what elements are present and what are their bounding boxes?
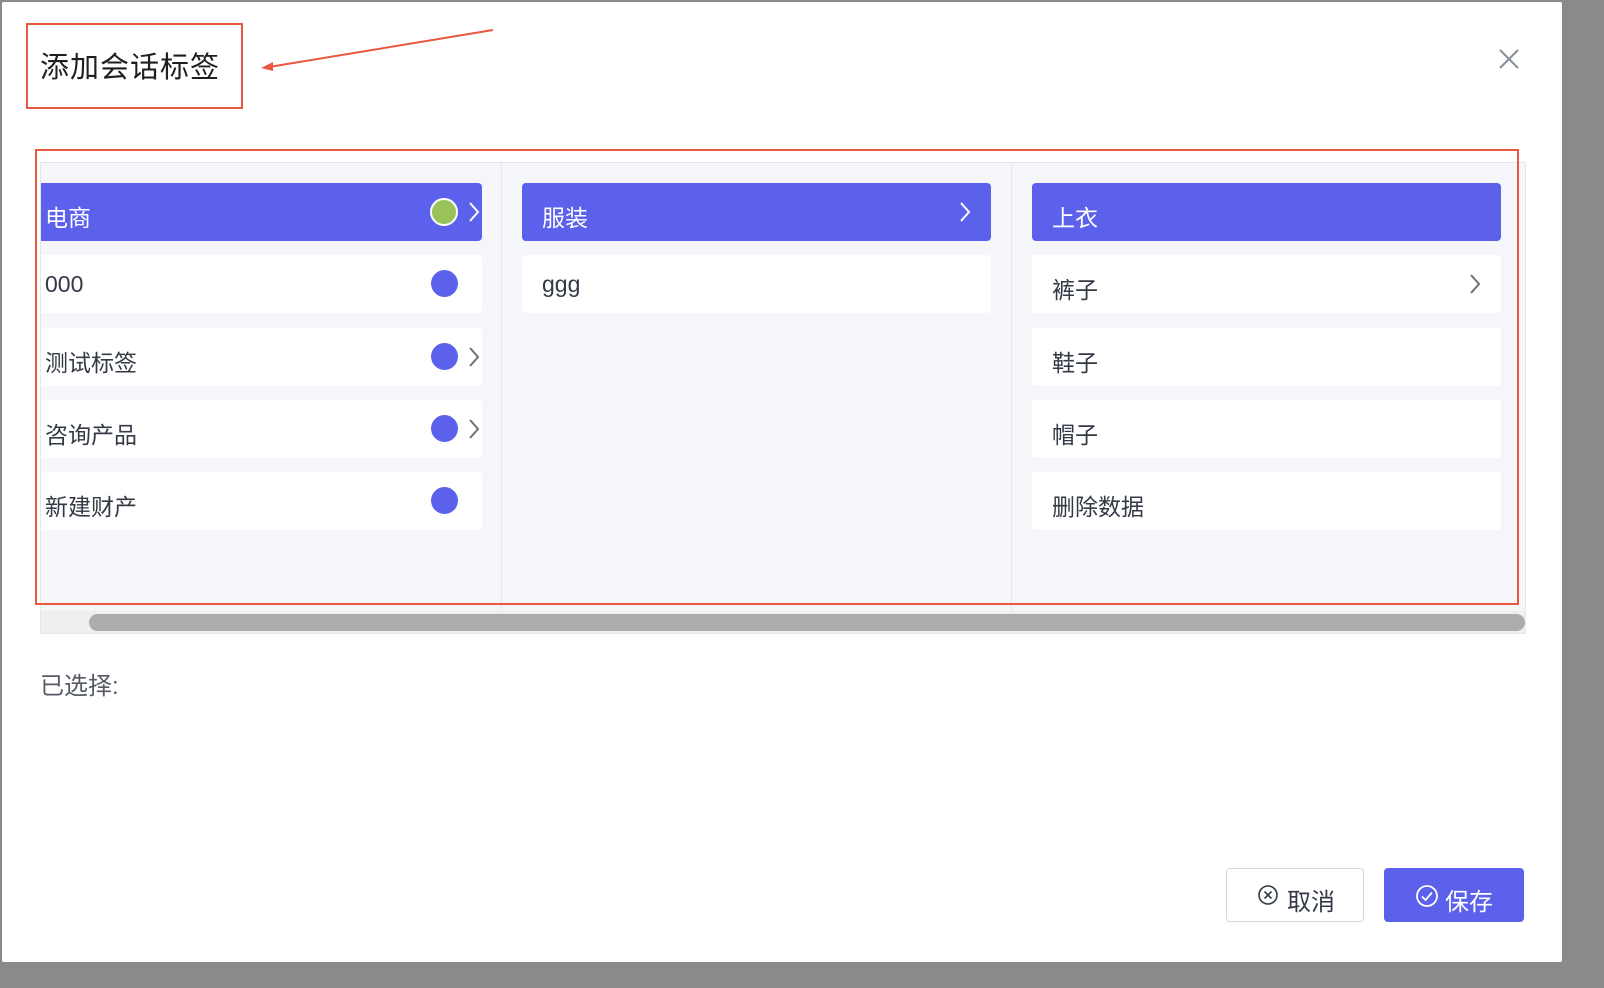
cascader-option[interactable]: 删除数据 xyxy=(1032,472,1501,530)
color-dot-icon xyxy=(431,415,458,442)
cascader-option[interactable]: 上衣 xyxy=(1032,183,1501,241)
cancel-button[interactable]: 取消 xyxy=(1226,868,1364,922)
chevron-right-icon xyxy=(469,419,480,439)
cascader-option[interactable]: 鞋子 xyxy=(1032,328,1501,386)
cascader-option[interactable]: 咨询产品 xyxy=(41,400,482,458)
chevron-right-icon xyxy=(960,202,971,222)
cascader-panel-level-1: 电商 000 测试标签 咨询产品 新建财产 xyxy=(41,163,502,611)
cascader-option[interactable]: ggg xyxy=(522,255,991,313)
save-button-label: 保存 xyxy=(1445,889,1493,916)
save-button[interactable]: 保存 xyxy=(1384,868,1524,922)
option-label: 000 xyxy=(45,271,84,297)
scrollbar-thumb[interactable] xyxy=(89,614,1525,631)
option-label: 测试标签 xyxy=(45,350,137,376)
color-dot-icon xyxy=(431,487,458,514)
dialog-title: 添加会话标签 xyxy=(40,52,221,84)
option-label: 删除数据 xyxy=(1052,494,1144,520)
cancel-button-label: 取消 xyxy=(1287,889,1335,916)
option-label: ggg xyxy=(542,271,581,297)
cascader-option[interactable]: 测试标签 xyxy=(41,328,482,386)
color-dot-icon xyxy=(431,343,458,370)
cascader-option[interactable]: 裤子 xyxy=(1032,255,1501,313)
chevron-right-icon xyxy=(469,202,480,222)
cascader-option[interactable]: 电商 xyxy=(41,183,482,241)
cascader-panel-level-3: 上衣 裤子 鞋子 帽子 删除数据 xyxy=(1012,163,1525,611)
cascader: 电商 000 测试标签 咨询产品 新建财产 服装 ggg 上衣 裤子 鞋子 帽子… xyxy=(40,162,1526,634)
cascader-option[interactable]: 帽子 xyxy=(1032,400,1501,458)
horizontal-scrollbar[interactable] xyxy=(41,611,1525,633)
option-label: 电商 xyxy=(45,205,91,231)
cascader-panel-level-2: 服装 ggg xyxy=(502,163,1012,611)
close-icon[interactable] xyxy=(1494,44,1524,74)
option-label: 服装 xyxy=(542,205,588,231)
chevron-right-icon xyxy=(1470,274,1481,294)
option-label: 咨询产品 xyxy=(45,422,137,448)
cascader-option[interactable]: 新建财产 xyxy=(41,472,482,530)
circle-check-icon xyxy=(1416,885,1438,907)
option-label: 鞋子 xyxy=(1052,350,1098,376)
color-dot-icon xyxy=(431,270,458,297)
cascader-option[interactable]: 服装 xyxy=(522,183,991,241)
option-label: 裤子 xyxy=(1052,277,1098,303)
add-session-tag-dialog: 添加会话标签 电商 000 测试标签 咨询产品 新建财产 服装 ggg 上衣 裤… xyxy=(2,2,1562,962)
circle-x-icon xyxy=(1258,885,1278,905)
option-label: 新建财产 xyxy=(45,494,137,520)
color-dot-icon xyxy=(430,198,458,226)
annotation-arrow-icon xyxy=(261,29,494,71)
selected-tags-label: 已选择: xyxy=(40,673,119,700)
chevron-right-icon xyxy=(469,347,480,367)
option-label: 帽子 xyxy=(1052,422,1098,448)
cascader-option[interactable]: 000 xyxy=(41,255,482,313)
option-label: 上衣 xyxy=(1052,205,1098,231)
